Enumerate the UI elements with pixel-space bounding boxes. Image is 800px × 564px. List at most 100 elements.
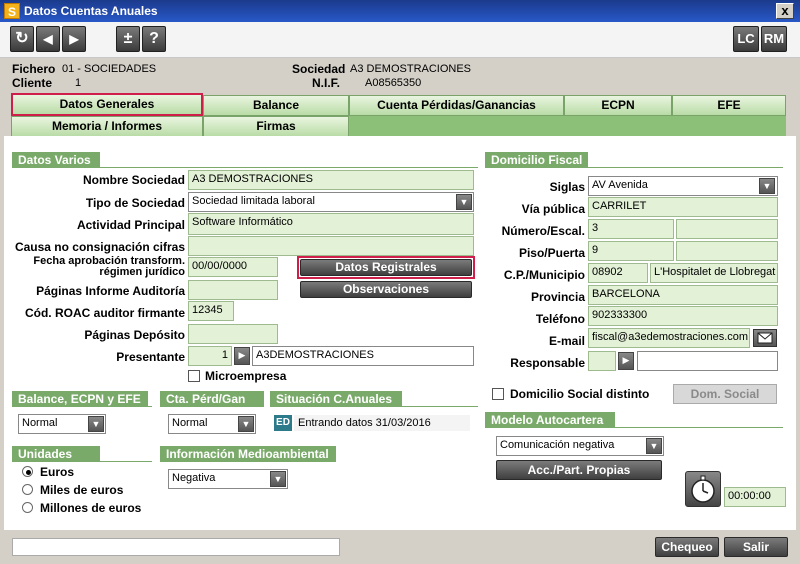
siglas-label: Siglas xyxy=(549,180,585,194)
close-button[interactable]: x xyxy=(776,3,794,19)
unidades-title: Unidades xyxy=(12,446,100,462)
acc-part-propias-button[interactable]: Acc./Part. Propias xyxy=(496,460,662,480)
stopwatch-icon[interactable] xyxy=(685,471,721,507)
radio-euros-label: Euros xyxy=(40,465,75,479)
medioambiental-line xyxy=(160,461,336,462)
responsable-lookup-icon[interactable]: ▶ xyxy=(618,352,634,370)
via-publica-input[interactable]: CARRILET xyxy=(588,197,778,217)
presentante-name-input[interactable]: A3DEMOSTRACIONES xyxy=(252,346,474,366)
provincia-input[interactable]: BARCELONA xyxy=(588,285,778,305)
tab-efe[interactable]: EFE xyxy=(672,95,786,116)
piso-input[interactable]: 9 xyxy=(588,241,674,261)
status-text xyxy=(12,538,340,556)
responsable-code-input[interactable] xyxy=(588,351,616,371)
domicilio-fiscal-title: Domicilio Fiscal xyxy=(485,152,588,168)
fecha-aprobacion-label-2: régimen jurídico xyxy=(99,266,185,278)
sociedad-label: Sociedad xyxy=(292,62,346,76)
causa-input[interactable] xyxy=(188,236,474,256)
siglas-select[interactable]: AV Avenida xyxy=(588,176,778,196)
paginas-deposito-label: Páginas Depósito xyxy=(84,328,185,342)
chevron-down-icon[interactable]: ▼ xyxy=(270,471,286,487)
chevron-down-icon[interactable]: ▼ xyxy=(88,416,104,432)
cliente-value: 1 xyxy=(75,77,82,89)
cp-input[interactable]: 08902 xyxy=(588,263,648,283)
radio-miles-euros[interactable] xyxy=(22,484,33,495)
salir-button[interactable]: Salir xyxy=(724,537,788,557)
medioambiental-title: Información Medioambiental xyxy=(160,446,336,462)
nombre-sociedad-input[interactable]: A3 DEMOSTRACIONES xyxy=(188,170,474,190)
chevron-down-icon[interactable]: ▼ xyxy=(238,416,254,432)
radio-millones-euros-label: Millones de euros xyxy=(40,501,142,515)
tab-cuenta-perdidas-ganancias[interactable]: Cuenta Pérdidas/Ganancias xyxy=(349,95,564,116)
radio-millones-euros[interactable] xyxy=(22,502,33,513)
balance-ecpn-efe-title: Balance, ECPN y EFE xyxy=(12,391,148,407)
chevron-down-icon[interactable]: ▼ xyxy=(456,194,472,210)
chevron-down-icon[interactable]: ▼ xyxy=(759,178,775,194)
responsable-label: Responsable xyxy=(510,356,585,370)
domicilio-fiscal-line xyxy=(485,167,783,168)
rm-button[interactable]: RM xyxy=(761,26,787,52)
presentante-code-input[interactable]: 1 xyxy=(188,346,232,366)
telefono-input[interactable]: 902333300 xyxy=(588,306,778,326)
paginas-deposito-input[interactable] xyxy=(188,324,278,344)
dom-social-button[interactable]: Dom. Social xyxy=(673,384,777,404)
puerta-input[interactable] xyxy=(676,241,778,261)
timer-display: 00:00:00 xyxy=(724,487,786,507)
help-button[interactable]: ? xyxy=(142,26,166,52)
tab-memoria-informes[interactable]: Memoria / Informes xyxy=(11,116,203,137)
nombre-sociedad-label: Nombre Sociedad xyxy=(82,173,185,187)
fichero-value: 01 - SOCIEDADES xyxy=(62,63,157,75)
window-title: Datos Cuentas Anuales xyxy=(24,4,158,18)
via-publica-label: Vía pública xyxy=(521,202,585,216)
actividad-principal-input[interactable]: Software Informático xyxy=(188,213,474,235)
municipio-input[interactable]: L'Hospitalet de Llobregat xyxy=(650,263,778,283)
tab-balance[interactable]: Balance xyxy=(203,95,349,116)
escalera-input[interactable] xyxy=(676,219,778,239)
envelope-icon[interactable] xyxy=(753,329,777,347)
lc-button[interactable]: LC xyxy=(733,26,759,52)
cta-perd-gan-line xyxy=(160,406,264,407)
situacion-line xyxy=(270,406,478,407)
tab-firmas[interactable]: Firmas xyxy=(203,116,349,137)
paginas-informe-label: Páginas Informe Auditoría xyxy=(36,284,185,298)
fichero-label: Fichero xyxy=(12,62,56,76)
datos-registrales-button[interactable]: Datos Registrales xyxy=(300,259,472,276)
numero-input[interactable]: 3 xyxy=(588,219,674,239)
piso-puerta-label: Piso/Puerta xyxy=(518,246,585,260)
provincia-label: Provincia xyxy=(530,290,585,304)
roac-input[interactable]: 12345 xyxy=(188,301,234,321)
paginas-informe-input[interactable] xyxy=(188,280,278,300)
roac-label: Cód. ROAC auditor firmante xyxy=(24,306,185,320)
situacion-title: Situación C.Anuales xyxy=(270,391,402,407)
microempresa-label: Microempresa xyxy=(205,369,287,383)
radio-euros[interactable] xyxy=(22,466,33,477)
email-label: E-mail xyxy=(548,334,585,348)
chequeo-button[interactable]: Chequeo xyxy=(655,537,719,557)
microempresa-checkbox[interactable] xyxy=(188,370,200,382)
title-bar: S Datos Cuentas Anuales x xyxy=(0,0,800,22)
presentante-lookup-icon[interactable]: ▶ xyxy=(234,347,250,365)
email-input[interactable]: fiscal@a3edemostraciones.com xyxy=(588,328,750,348)
next-icon[interactable]: ▶ xyxy=(62,26,86,52)
observaciones-button[interactable]: Observaciones xyxy=(300,281,472,298)
previous-icon[interactable]: ◀ xyxy=(36,26,60,52)
situacion-badge: ED xyxy=(274,415,292,431)
datos-varios-title: Datos Varios xyxy=(12,152,100,168)
radio-miles-euros-label: Miles de euros xyxy=(40,483,124,497)
numero-escal-label: Número/Escal. xyxy=(501,224,585,238)
domicilio-social-checkbox[interactable] xyxy=(492,388,504,400)
responsable-name-input[interactable] xyxy=(637,351,778,371)
sociedad-value: A3 DEMOSTRACIONES xyxy=(350,63,472,75)
cliente-label: Cliente xyxy=(12,76,53,90)
plus-minus-button[interactable]: ± xyxy=(116,26,140,52)
tab-strip-filler xyxy=(349,116,786,137)
modelo-autocartera-select[interactable]: Comunicación negativa xyxy=(496,436,664,456)
unidades-line xyxy=(12,461,152,462)
tab-datos-generales[interactable]: Datos Generales xyxy=(11,93,203,116)
refresh-icon[interactable]: ↻ xyxy=(10,26,34,52)
tipo-sociedad-select[interactable]: Sociedad limitada laboral xyxy=(188,192,474,212)
telefono-label: Teléfono xyxy=(535,312,585,326)
chevron-down-icon[interactable]: ▼ xyxy=(646,438,662,454)
tab-ecpn[interactable]: ECPN xyxy=(564,95,672,116)
fecha-aprobacion-input[interactable]: 00/00/0000 xyxy=(188,257,278,277)
